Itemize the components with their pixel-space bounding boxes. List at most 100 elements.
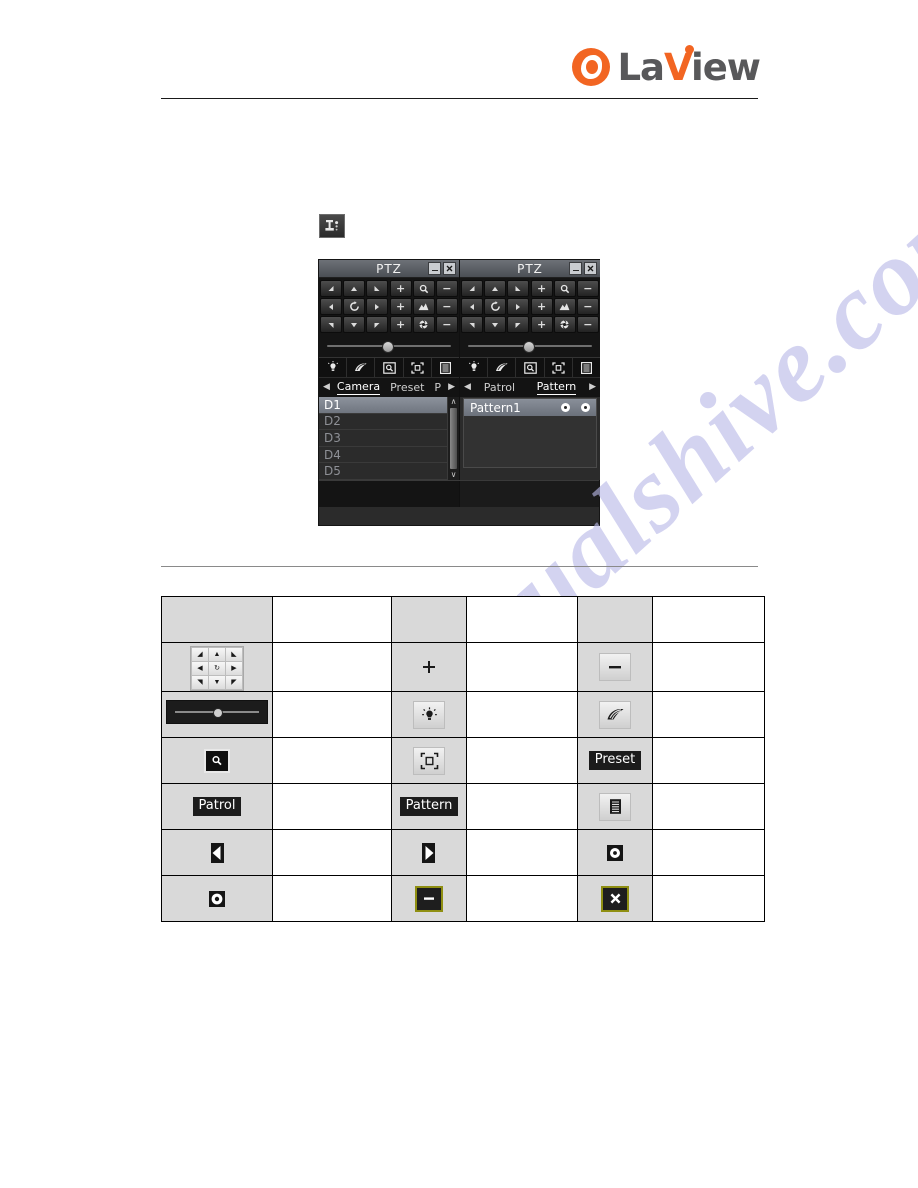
- arrow-up-left-icon[interactable]: [320, 280, 343, 297]
- center-icon[interactable]: [404, 358, 432, 377]
- minimize-icon[interactable]: [428, 262, 441, 275]
- zoom-icon[interactable]: [412, 280, 435, 297]
- list-item[interactable]: D1: [319, 397, 447, 414]
- focus-minus-button[interactable]: −: [576, 298, 599, 315]
- tab-next-arrow-icon[interactable]: ▶: [587, 383, 598, 392]
- scroll-up-icon[interactable]: ∧: [451, 397, 457, 407]
- focus-icon[interactable]: [412, 298, 435, 315]
- table-cell-desc: [466, 783, 578, 830]
- ptz-toolbar-right: [460, 357, 600, 377]
- arrow-up-right-icon[interactable]: [366, 280, 389, 297]
- record-icon[interactable]: [561, 403, 570, 412]
- iris-minus-button[interactable]: −: [576, 316, 599, 333]
- play-icon[interactable]: [581, 403, 590, 412]
- zoom-plus-button[interactable]: +: [389, 280, 412, 297]
- camera-list-rows: D1 D2 D3 D4 D5: [319, 397, 447, 480]
- zoom-in-icon[interactable]: [375, 358, 404, 377]
- focus-icon[interactable]: [553, 298, 576, 315]
- table-cell-icon: [577, 783, 653, 830]
- tab-prev-arrow-icon[interactable]: ◀: [462, 383, 473, 392]
- menu-icon[interactable]: [573, 358, 600, 377]
- speed-slider-knob[interactable]: [522, 341, 535, 353]
- table-cell-desc: [272, 691, 392, 738]
- focus-plus-button[interactable]: +: [389, 298, 412, 315]
- arrow-down-left-icon[interactable]: [320, 316, 343, 333]
- ptz-speed-slider-right[interactable]: [460, 335, 600, 357]
- tab-preset[interactable]: Preset: [390, 381, 424, 394]
- arrow-up-right-icon[interactable]: [507, 280, 530, 297]
- zoom-plus-button[interactable]: +: [530, 280, 553, 297]
- focus-plus-button[interactable]: +: [530, 298, 553, 315]
- ptz-toolbar-left: [319, 357, 459, 377]
- camera-list-scrollbar[interactable]: ∧ ∨: [447, 397, 459, 480]
- tab-prev-arrow-icon[interactable]: ◀: [321, 383, 332, 392]
- scroll-down-icon[interactable]: ∨: [451, 470, 457, 480]
- scrollbar-thumb[interactable]: [450, 408, 457, 469]
- ptz-speed-slider-left[interactable]: [319, 335, 459, 357]
- ptz-control-icon[interactable]: [319, 214, 345, 238]
- center-icon: [413, 746, 445, 775]
- tab-patrol-truncated[interactable]: P: [434, 381, 441, 394]
- iris-plus-button[interactable]: +: [389, 316, 412, 333]
- table-row[interactable]: Pattern1: [464, 399, 596, 416]
- table-cell-desc: [272, 596, 392, 643]
- arrow-right-icon[interactable]: [366, 298, 389, 315]
- arrow-left-icon[interactable]: [320, 298, 343, 315]
- table-row: Patrol Pattern: [161, 783, 765, 830]
- tab-pattern[interactable]: Pattern: [536, 380, 577, 395]
- arrow-down-right-icon[interactable]: [366, 316, 389, 333]
- arrow-right-icon[interactable]: [507, 298, 530, 315]
- auto-scan-icon[interactable]: [484, 298, 507, 315]
- logo-text-la: La: [617, 45, 665, 89]
- header-divider: [161, 98, 758, 99]
- zoom-in-icon[interactable]: [516, 358, 545, 377]
- close-icon[interactable]: [584, 262, 597, 275]
- iris-minus-button[interactable]: −: [435, 316, 458, 333]
- tab-next-arrow-icon[interactable]: ▶: [446, 383, 457, 392]
- list-item[interactable]: D3: [319, 430, 447, 447]
- speed-slider-knob[interactable]: [381, 341, 394, 353]
- iris-plus-button[interactable]: +: [530, 316, 553, 333]
- center-icon[interactable]: [545, 358, 573, 377]
- table-cell-desc: [652, 783, 765, 830]
- arrow-down-icon[interactable]: [484, 316, 507, 333]
- iris-icon[interactable]: [412, 316, 435, 333]
- zoom-minus-button[interactable]: −: [576, 280, 599, 297]
- wiper-icon[interactable]: [347, 358, 376, 377]
- zoom-minus-button[interactable]: −: [435, 280, 458, 297]
- arrow-up-icon[interactable]: [343, 280, 366, 297]
- list-item[interactable]: D4: [319, 447, 447, 464]
- arrow-up-left-icon[interactable]: [461, 280, 484, 297]
- minimize-icon[interactable]: [569, 262, 582, 275]
- list-item[interactable]: D5: [319, 463, 447, 480]
- ptz-panel-pattern: PTZ + − + − + − ◀ Patrol Pattern ▶ Patte…: [460, 260, 600, 480]
- zoom-icon[interactable]: [553, 280, 576, 297]
- auto-scan-icon: ↻: [209, 662, 225, 675]
- iris-icon[interactable]: [553, 316, 576, 333]
- light-icon[interactable]: [319, 358, 348, 377]
- table-cell-icon: Patrol: [161, 783, 273, 830]
- ptz-footer-left: [319, 481, 460, 507]
- wiper-icon[interactable]: [488, 358, 517, 377]
- tab-patrol[interactable]: Patrol: [484, 381, 515, 394]
- list-item[interactable]: D2: [319, 414, 447, 431]
- arrow-left-icon[interactable]: [461, 298, 484, 315]
- speed-slider-track: [468, 341, 592, 353]
- table-cell-icon: [391, 829, 467, 876]
- tab-camera[interactable]: Camera: [336, 380, 381, 395]
- menu-icon[interactable]: [432, 358, 459, 377]
- arrow-down-right-icon[interactable]: [507, 316, 530, 333]
- auto-scan-icon[interactable]: [343, 298, 366, 315]
- table-cell-desc: [466, 737, 578, 784]
- laview-wordmark: LaView: [617, 44, 761, 89]
- focus-minus-button[interactable]: −: [435, 298, 458, 315]
- table-cell-desc: [272, 875, 392, 922]
- ptz-window-buttons-left: [428, 262, 456, 275]
- table-cell-icon: [161, 875, 273, 922]
- close-icon[interactable]: [443, 262, 456, 275]
- arrow-down-icon[interactable]: [343, 316, 366, 333]
- minimize-icon: [415, 885, 443, 912]
- arrow-up-icon[interactable]: [484, 280, 507, 297]
- light-icon[interactable]: [460, 358, 489, 377]
- arrow-down-left-icon[interactable]: [461, 316, 484, 333]
